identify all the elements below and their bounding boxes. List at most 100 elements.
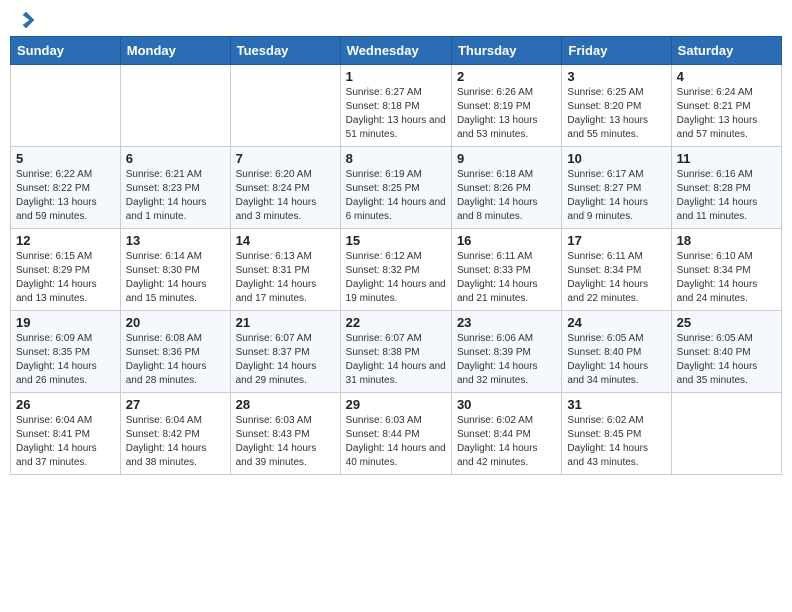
calendar-cell: 10 Sunrise: 6:17 AMSunset: 8:27 PMDayligh… [562,147,671,229]
calendar-cell: 4 Sunrise: 6:24 AMSunset: 8:21 PMDaylight… [671,65,781,147]
calendar-cell: 14Sunrise: 6:13 AMSunset: 8:31 PMDayligh… [230,229,340,311]
day-info: Sunrise: 6:04 AMSunset: 8:42 PMDaylight:… [126,414,225,470]
day-info: Sunrise: 6:03 AMSunset: 8:44 PMDaylight:… [346,414,446,470]
day-number: 31 [567,397,665,412]
logo [14,10,36,30]
day-number: 17 [567,233,665,248]
day-info: Sunrise: 6:21 AMSunset: 8:23 PMDaylight:… [126,168,225,224]
calendar-cell: 29 Sunrise: 6:03 AMSunset: 8:44 PMDayligh… [340,393,451,475]
day-info: Sunrise: 6:08 AMSunset: 8:36 PMDaylight:… [126,332,225,388]
calendar-day-header: Thursday [451,37,561,65]
day-number: 1 [346,69,446,84]
calendar-week-row: 26 Sunrise: 6:04 AMSunset: 8:41 PMDayligh… [11,393,782,475]
calendar-cell: 21 Sunrise: 6:07 AMSunset: 8:37 PMDayligh… [230,311,340,393]
day-info: Sunrise: 6:02 AMSunset: 8:44 PMDaylight:… [457,414,556,470]
day-number: 20 [126,315,225,330]
day-number: 13 [126,233,225,248]
day-number: 24 [567,315,665,330]
calendar-day-header: Sunday [11,37,121,65]
day-info: Sunrise: 6:09 AMSunset: 8:35 PMDaylight:… [16,332,115,388]
day-number: 28 [236,397,335,412]
day-info: Sunrise: 6:24 AMSunset: 8:21 PMDaylight:… [677,86,776,142]
day-info: Sunrise: 6:18 AMSunset: 8:26 PMDaylight:… [457,168,556,224]
calendar-cell: 12 Sunrise: 6:15 AMSunset: 8:29 PMDayligh… [11,229,121,311]
calendar-cell: 17 Sunrise: 6:11 AMSunset: 8:34 PMDayligh… [562,229,671,311]
calendar-cell: 3Sunrise: 6:25 AMSunset: 8:20 PMDaylight… [562,65,671,147]
calendar-cell: 25 Sunrise: 6:05 AMSunset: 8:40 PMDayligh… [671,311,781,393]
logo-icon [16,10,36,30]
calendar-cell: 16 Sunrise: 6:11 AMSunset: 8:33 PMDayligh… [451,229,561,311]
day-number: 9 [457,151,556,166]
calendar-cell: 23 Sunrise: 6:06 AMSunset: 8:39 PMDayligh… [451,311,561,393]
day-info: Sunrise: 6:04 AMSunset: 8:41 PMDaylight:… [16,414,115,470]
calendar-day-header: Wednesday [340,37,451,65]
calendar-week-row: 12 Sunrise: 6:15 AMSunset: 8:29 PMDayligh… [11,229,782,311]
day-number: 25 [677,315,776,330]
calendar-day-header: Friday [562,37,671,65]
calendar-week-row: 5 Sunrise: 6:22 AMSunset: 8:22 PMDaylight… [11,147,782,229]
day-number: 30 [457,397,556,412]
day-number: 10 [567,151,665,166]
day-number: 27 [126,397,225,412]
day-number: 11 [677,151,776,166]
day-number: 26 [16,397,115,412]
day-number: 18 [677,233,776,248]
day-info: Sunrise: 6:11 AMSunset: 8:34 PMDaylight:… [567,250,665,306]
day-info: Sunrise: 6:16 AMSunset: 8:28 PMDaylight:… [677,168,776,224]
calendar-cell: 24 Sunrise: 6:05 AMSunset: 8:40 PMDayligh… [562,311,671,393]
day-number: 16 [457,233,556,248]
day-info: Sunrise: 6:17 AMSunset: 8:27 PMDaylight:… [567,168,665,224]
day-info: Sunrise: 6:02 AMSunset: 8:45 PMDaylight:… [567,414,665,470]
calendar-cell: 5 Sunrise: 6:22 AMSunset: 8:22 PMDaylight… [11,147,121,229]
day-info: Sunrise: 6:20 AMSunset: 8:24 PMDaylight:… [236,168,335,224]
day-info: Sunrise: 6:14 AMSunset: 8:30 PMDaylight:… [126,250,225,306]
day-number: 15 [346,233,446,248]
calendar-cell: 8 Sunrise: 6:19 AMSunset: 8:25 PMDaylight… [340,147,451,229]
day-info: Sunrise: 6:11 AMSunset: 8:33 PMDaylight:… [457,250,556,306]
calendar-cell: 31 Sunrise: 6:02 AMSunset: 8:45 PMDayligh… [562,393,671,475]
calendar-day-header: Tuesday [230,37,340,65]
day-info: Sunrise: 6:12 AMSunset: 8:32 PMDaylight:… [346,250,446,306]
calendar-table: SundayMondayTuesdayWednesdayThursdayFrid… [10,36,782,475]
day-info: Sunrise: 6:19 AMSunset: 8:25 PMDaylight:… [346,168,446,224]
day-info: Sunrise: 6:03 AMSunset: 8:43 PMDaylight:… [236,414,335,470]
day-number: 23 [457,315,556,330]
calendar-cell: 11 Sunrise: 6:16 AMSunset: 8:28 PMDayligh… [671,147,781,229]
day-number: 5 [16,151,115,166]
day-info: Sunrise: 6:13 AMSunset: 8:31 PMDaylight:… [236,250,335,306]
calendar-cell: 20 Sunrise: 6:08 AMSunset: 8:36 PMDayligh… [120,311,230,393]
calendar-cell [11,65,121,147]
day-info: Sunrise: 6:26 AMSunset: 8:19 PMDaylight:… [457,86,556,142]
calendar-cell: 28 Sunrise: 6:03 AMSunset: 8:43 PMDayligh… [230,393,340,475]
day-number: 8 [346,151,446,166]
calendar-cell: 18 Sunrise: 6:10 AMSunset: 8:34 PMDayligh… [671,229,781,311]
day-info: Sunrise: 6:07 AMSunset: 8:37 PMDaylight:… [236,332,335,388]
calendar-cell: 9 Sunrise: 6:18 AMSunset: 8:26 PMDaylight… [451,147,561,229]
calendar-cell: 27 Sunrise: 6:04 AMSunset: 8:42 PMDayligh… [120,393,230,475]
day-number: 21 [236,315,335,330]
calendar-cell: 1 Sunrise: 6:27 AMSunset: 8:18 PMDaylight… [340,65,451,147]
day-number: 3 [567,69,665,84]
day-number: 29 [346,397,446,412]
calendar-cell [671,393,781,475]
day-info: Sunrise: 6:10 AMSunset: 8:34 PMDaylight:… [677,250,776,306]
day-number: 19 [16,315,115,330]
day-number: 6 [126,151,225,166]
day-info: Sunrise: 6:27 AMSunset: 8:18 PMDaylight:… [346,86,446,142]
day-info: Sunrise: 6:06 AMSunset: 8:39 PMDaylight:… [457,332,556,388]
day-number: 7 [236,151,335,166]
day-number: 4 [677,69,776,84]
day-number: 2 [457,69,556,84]
calendar-cell: 15 Sunrise: 6:12 AMSunset: 8:32 PMDayligh… [340,229,451,311]
page-header [10,10,782,30]
calendar-header-row: SundayMondayTuesdayWednesdayThursdayFrid… [11,37,782,65]
day-info: Sunrise: 6:22 AMSunset: 8:22 PMDaylight:… [16,168,115,224]
calendar-week-row: 1 Sunrise: 6:27 AMSunset: 8:18 PMDaylight… [11,65,782,147]
day-info: Sunrise: 6:05 AMSunset: 8:40 PMDaylight:… [677,332,776,388]
day-info: Sunrise: 6:05 AMSunset: 8:40 PMDaylight:… [567,332,665,388]
calendar-day-header: Monday [120,37,230,65]
day-info: Sunrise: 6:15 AMSunset: 8:29 PMDaylight:… [16,250,115,306]
calendar-cell: 13 Sunrise: 6:14 AMSunset: 8:30 PMDayligh… [120,229,230,311]
day-number: 12 [16,233,115,248]
calendar-cell [120,65,230,147]
